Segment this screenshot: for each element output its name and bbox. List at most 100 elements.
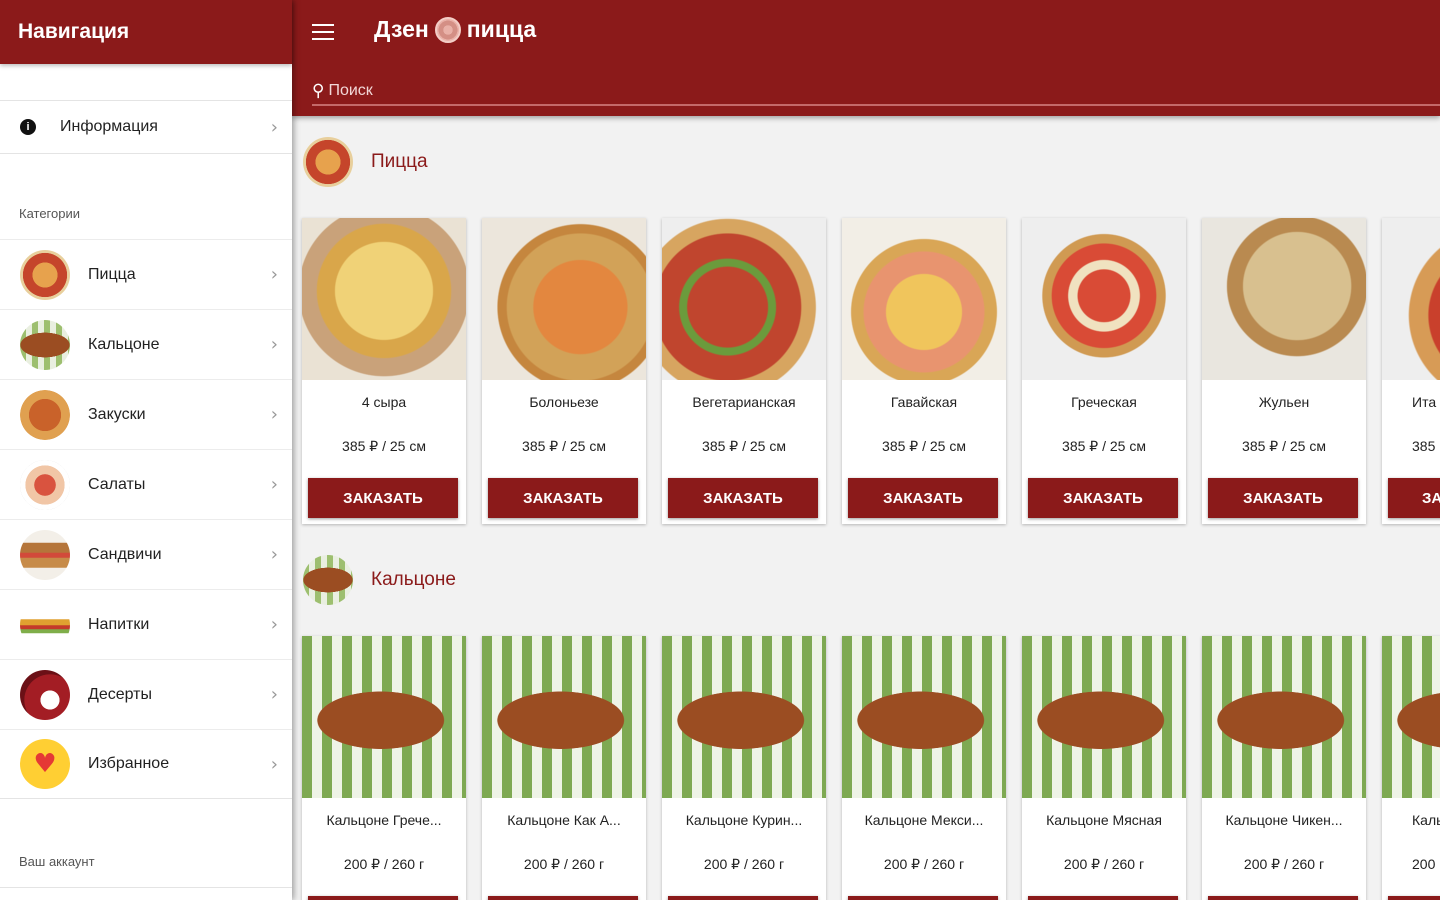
heart-icon: ♥ <box>20 739 70 789</box>
product-name: Болоньезе <box>529 394 599 410</box>
salads-thumbnail <box>20 459 70 510</box>
product-name: Кальцоне Чикен... <box>1225 812 1343 828</box>
product-image <box>1022 218 1186 380</box>
product-price: 385 ₽ / 25 см <box>702 438 786 454</box>
calzone-thumbnail <box>20 319 70 370</box>
product-image <box>1202 218 1366 380</box>
product-card[interactable]: Кальцоне Грече... 200 ₽ / 260 г <box>302 636 466 900</box>
pizza-thumbnail <box>303 137 353 187</box>
pizza-thumbnail <box>20 249 70 300</box>
drawer-title: Навигация <box>0 0 292 64</box>
chevron-right-icon: › <box>270 753 278 775</box>
product-price: 200 ₽ / 260 г <box>883 856 965 872</box>
sidebar-item-drinks[interactable]: Напитки › <box>0 589 292 659</box>
product-price: 200 ₽ / 260 г <box>343 856 425 872</box>
product-name: Кальц <box>1412 812 1440 828</box>
product-card[interactable]: Греческая 385 ₽ / 25 см ЗАКАЗАТЬ <box>1022 218 1186 524</box>
product-card[interactable]: Кальцоне Курин... 200 ₽ / 260 г <box>662 636 826 900</box>
desserts-thumbnail <box>20 669 70 720</box>
product-price: 385 ₽ / 25 см <box>342 438 426 454</box>
product-name: Вегетарианская <box>692 394 796 410</box>
chevron-right-icon: › <box>270 334 278 355</box>
sidebar-item-pizza[interactable]: Пицца › <box>0 239 292 309</box>
sidebar-item-favorites[interactable]: ♥ Избранное › <box>0 729 292 799</box>
product-image <box>482 636 646 798</box>
brand-text-left: Дзен <box>374 16 429 42</box>
product-price: 200 ₽ / 260 г <box>1063 856 1145 872</box>
product-price: 385 ₽ / 25 см <box>522 438 606 454</box>
order-button[interactable] <box>1208 896 1358 900</box>
product-name: Ита <box>1412 394 1437 410</box>
sidebar-item-snacks[interactable]: Закуски › <box>0 379 292 449</box>
product-image <box>1382 636 1440 798</box>
product-card[interactable]: Ита 385 ЗА <box>1382 218 1440 524</box>
order-button[interactable]: ЗА <box>1388 478 1440 518</box>
product-name: Жульен <box>1258 394 1310 410</box>
order-button[interactable] <box>1028 896 1178 900</box>
order-button[interactable] <box>488 896 638 900</box>
product-card[interactable]: Болоньезе 385 ₽ / 25 см ЗАКАЗАТЬ <box>482 218 646 524</box>
product-price: 200 <box>1412 856 1436 872</box>
sidebar-item-salads[interactable]: Салаты › <box>0 449 292 519</box>
section-title: Пицца <box>371 151 428 172</box>
product-card[interactable]: Кальцоне Чикен... 200 ₽ / 260 г <box>1202 636 1366 900</box>
product-card[interactable]: Гавайская 385 ₽ / 25 см ЗАКАЗАТЬ <box>842 218 1006 524</box>
search-bar: ⚲ <box>312 78 1440 106</box>
drinks-thumbnail <box>20 599 70 650</box>
order-button[interactable]: ЗАКАЗАТЬ <box>488 478 638 518</box>
sidebar-item-sandwiches[interactable]: Сандвичи › <box>0 519 292 589</box>
product-card[interactable]: Кальцоне Мясная 200 ₽ / 260 г <box>1022 636 1186 900</box>
sidebar-item-info[interactable]: i Информация › <box>0 101 292 153</box>
brand-text-right: пицца <box>466 16 537 42</box>
search-input[interactable] <box>328 82 1229 100</box>
hamburger-menu-icon[interactable] <box>312 22 334 42</box>
brand-logo: Дзен пицца <box>374 16 536 43</box>
product-name: Кальцоне Мясная <box>1046 812 1162 828</box>
order-button[interactable] <box>668 896 818 900</box>
product-card[interactable]: Кальцоне Мекси... 200 ₽ / 260 г <box>842 636 1006 900</box>
product-card[interactable]: Кальцоне Как А... 200 ₽ / 260 г <box>482 636 646 900</box>
app-bar: Дзен пицца ⚲ <box>292 0 1440 116</box>
product-card[interactable]: 4 сыра 385 ₽ / 25 см ЗАКАЗАТЬ <box>302 218 466 524</box>
product-price: 385 ₽ / 25 см <box>1242 438 1326 454</box>
product-image <box>1382 218 1440 380</box>
sidebar-item-label: Пицца <box>88 265 136 283</box>
sidebar-item-label: Избранное <box>88 755 170 772</box>
product-image <box>662 218 826 380</box>
sidebar-item-label: Напитки <box>88 615 150 633</box>
sidebar-item-label: Закуски <box>88 405 146 423</box>
info-icon: i <box>20 119 36 135</box>
section-header-pizza: Пицца <box>292 122 1440 202</box>
search-icon: ⚲ <box>312 81 325 101</box>
sidebar-item-calzone[interactable]: Кальцоне › <box>0 309 292 379</box>
order-button[interactable] <box>308 896 458 900</box>
sidebar-item-desserts[interactable]: Десерты › <box>0 659 292 729</box>
order-button[interactable]: ЗАКАЗАТЬ <box>1208 478 1358 518</box>
calzone-thumbnail <box>303 555 353 605</box>
product-image <box>302 218 466 380</box>
main-content: Дзен пицца ⚲ Пицца 4 сыра 385 ₽ / 25 см … <box>292 0 1440 900</box>
order-button[interactable]: ЗАКАЗАТЬ <box>848 478 998 518</box>
order-button[interactable]: ЗАКАЗАТЬ <box>1028 478 1178 518</box>
order-button[interactable] <box>848 896 998 900</box>
order-button[interactable]: ЗАКАЗАТЬ <box>668 478 818 518</box>
product-image <box>842 636 1006 798</box>
section-title: Кальцоне <box>371 569 456 590</box>
order-button[interactable] <box>1388 896 1440 900</box>
product-image <box>842 218 1006 380</box>
product-row-calzone: Кальцоне Грече... 200 ₽ / 260 г Кальцоне… <box>292 636 1440 900</box>
order-button[interactable]: ЗАКАЗАТЬ <box>308 478 458 518</box>
chevron-right-icon: › <box>270 684 278 705</box>
categories-heading: Категории <box>19 206 80 221</box>
sidebar-item-label: Сандвичи <box>88 545 162 563</box>
product-card[interactable]: Кальц 200 <box>1382 636 1440 900</box>
chevron-right-icon: › <box>270 264 278 285</box>
pizza-logo-icon <box>434 16 461 43</box>
product-card[interactable]: Вегетарианская 385 ₽ / 25 см ЗАКАЗАТЬ <box>662 218 826 524</box>
category-list: Пицца › Кальцоне › Закуски › Салаты › Са… <box>0 239 292 799</box>
product-name: Кальцоне Мекси... <box>864 812 984 828</box>
drawer-spacer <box>0 64 292 100</box>
product-card[interactable]: Жульен 385 ₽ / 25 см ЗАКАЗАТЬ <box>1202 218 1366 524</box>
sidebar-item-label: Салаты <box>88 475 146 493</box>
